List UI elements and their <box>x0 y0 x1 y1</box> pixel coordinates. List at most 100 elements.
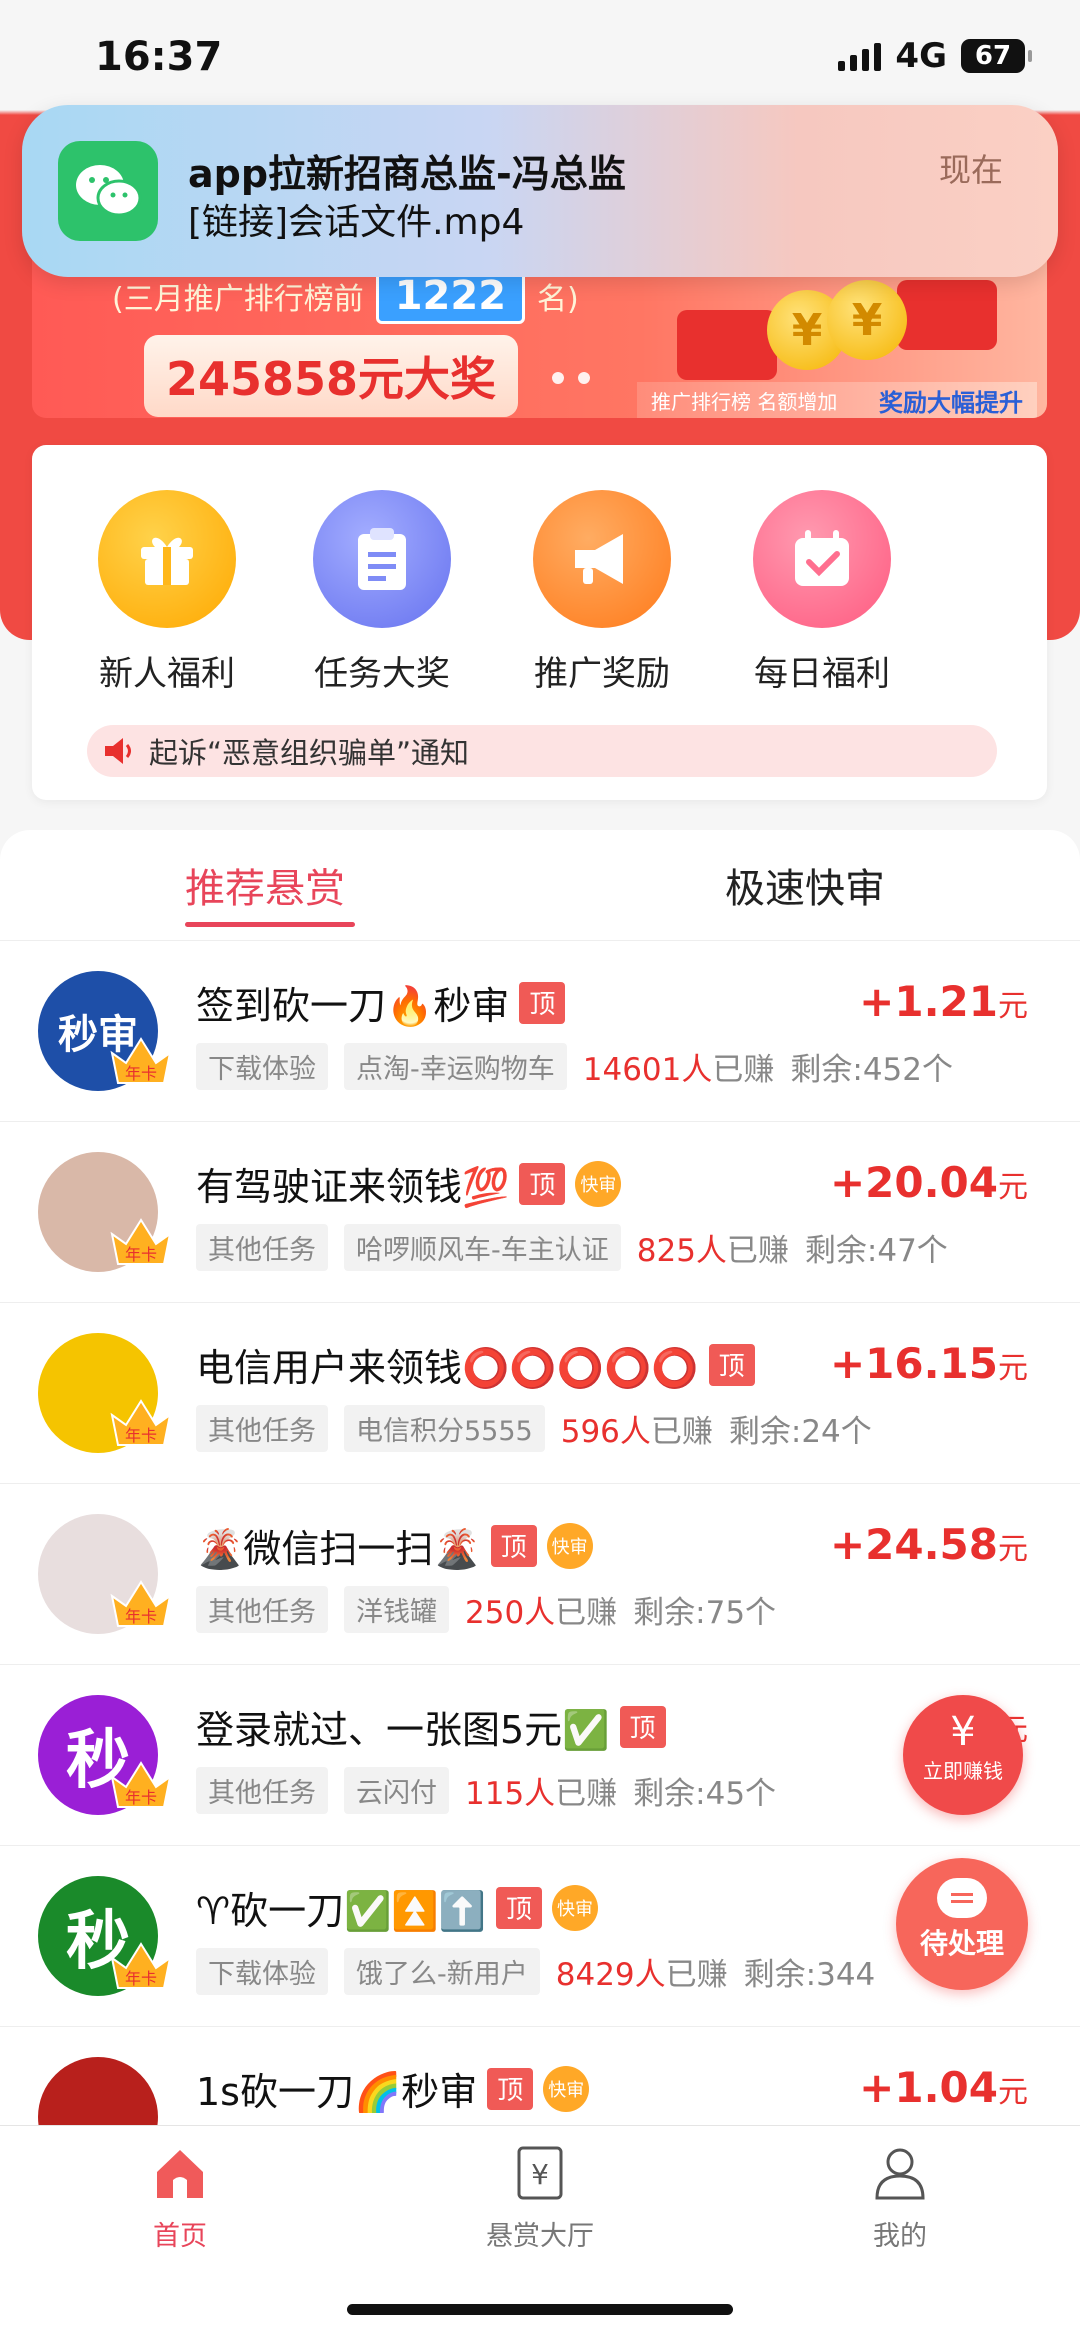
megaphone-icon <box>533 490 671 628</box>
task-meta: 下载体验 点淘-幸运购物车 14601人已赚 剩余:452个 <box>196 1043 953 1090</box>
coins-illustration: ¥ ¥ <box>677 280 1007 390</box>
earned-count: 250人已赚 <box>465 1587 617 1632</box>
avatar-image <box>38 2057 158 2125</box>
task-reward: +1.04元 <box>859 2063 1028 2112</box>
avatar: 年卡 <box>38 1333 172 1453</box>
reward-unit: 元 <box>998 1532 1028 1567</box>
category-new-user[interactable]: 新人福利 <box>72 490 262 695</box>
speaker-icon <box>105 738 131 764</box>
avatar: 年卡 <box>38 1152 172 1272</box>
reward-amount: +20.04 <box>829 1158 998 1207</box>
remaining-count: 剩余:452个 <box>790 1052 953 1088</box>
reward-unit: 元 <box>998 989 1028 1024</box>
earned-count: 14601人已赚 <box>583 1044 775 1089</box>
nav-home-label: 首页 <box>153 2221 207 2252</box>
clipboard-icon <box>313 490 451 628</box>
task-category-tag: 其他任务 <box>196 1224 328 1271</box>
tab-fast-review[interactable]: 极速快审 <box>725 856 885 914</box>
nav-reward-hall[interactable]: ¥ 悬赏大厅 <box>440 2144 640 2253</box>
notification-time: 现在 <box>938 151 1003 189</box>
remaining-count: 剩余:344 <box>743 1957 876 1993</box>
crown-icon: 年卡 <box>108 1938 174 1990</box>
category-promotion-reward[interactable]: 推广奖励 <box>507 490 697 695</box>
earned-label: 已赚 <box>555 1776 618 1812</box>
nav-profile[interactable]: 我的 <box>800 2144 1000 2253</box>
network-type: 4G <box>895 36 947 76</box>
earned-count: 596人已赚 <box>561 1406 713 1451</box>
earned-number: 14601人 <box>582 1052 713 1088</box>
earned-number: 8429人 <box>555 1957 666 1993</box>
avatar: 秒 年卡 <box>38 1695 172 1815</box>
banner-prize: 245858元大奖 <box>144 335 519 417</box>
notification-title: app拉新招商总监-冯总监 <box>188 152 626 196</box>
task-title: 登录就过、一张图5元✅ <box>196 1708 610 1752</box>
task-row[interactable]: 年卡 有驾驶证来领钱💯 顶 快审 其他任务 哈啰顺风车-车主认证 825人已赚 … <box>0 1121 1080 1301</box>
earned-label: 已赚 <box>650 1414 713 1450</box>
gift-box-icon <box>98 490 236 628</box>
task-title-line: 1s砍一刀🌈秒审 顶 快审 <box>196 2061 590 2116</box>
home-icon <box>157 2150 203 2198</box>
earn-now-button[interactable]: ¥ 立即赚钱 <box>903 1695 1023 1815</box>
notification-body: [链接]会话文件.mp4 <box>188 202 525 243</box>
banner-tagline-right: 奖励大幅提升 <box>879 388 1023 417</box>
notice-bar[interactable]: 起诉“恶意组织骗单”通知 <box>87 725 997 777</box>
task-app-tag: 饿了么-新用户 <box>344 1948 540 1995</box>
yuan-icon: ¥ <box>950 1709 976 1755</box>
task-meta: 其他任务 哈啰顺风车-车主认证 825人已赚 剩余:47个 <box>196 1224 948 1271</box>
nav-home[interactable]: 首页 <box>80 2144 280 2253</box>
remaining-count: 剩余:24个 <box>728 1414 872 1450</box>
task-title-line: 有驾驶证来领钱💯 顶 快审 <box>196 1156 622 1211</box>
reward-amount: +1.21 <box>859 977 998 1026</box>
pin-top-badge: 顶 <box>708 1343 755 1386</box>
task-reward: +1.21元 <box>859 977 1028 1026</box>
avatar <box>38 2057 158 2125</box>
task-app-tag: 哈啰顺风车-车主认证 <box>344 1224 621 1271</box>
calendar-check-icon <box>753 490 891 628</box>
task-meta: 其他任务 电信积分5555 596人已赚 剩余:24个 <box>196 1405 872 1452</box>
status-bar: 16:37 4G 67 <box>0 0 1080 110</box>
category-card: 新人福利 任务大奖 推广奖励 每日福利 起诉“恶意组织骗单”通知 <box>32 445 1047 800</box>
signal-icon <box>838 41 882 71</box>
remaining-count: 剩余:45个 <box>633 1776 777 1812</box>
home-indicator <box>347 2304 733 2315</box>
task-title-line: 登录就过、一张图5元✅ 顶 <box>196 1699 666 1754</box>
task-title-line: 电信用户来领钱⭕⭕⭕⭕⭕ 顶 <box>196 1337 755 1392</box>
pin-top-badge: 顶 <box>490 1524 537 1567</box>
earned-number: 596人 <box>560 1414 651 1450</box>
fast-review-badge: 快审 <box>543 2065 590 2112</box>
task-category-tag: 下载体验 <box>196 1043 328 1090</box>
annual-card-badge: 年卡 <box>125 1969 157 1988</box>
task-meta: 其他任务 云闪付 115人已赚 剩余:45个 <box>196 1767 776 1814</box>
earned-label: 已赚 <box>726 1233 789 1269</box>
task-category-tag: 其他任务 <box>196 1767 328 1814</box>
pending-button[interactable]: 待处理 <box>896 1858 1028 1990</box>
category-label: 推广奖励 <box>534 654 670 694</box>
task-row[interactable]: 年卡 🌋微信扫一扫🌋 顶 快审 其他任务 洋钱罐 250人已赚 剩余:75个 +… <box>0 1483 1080 1663</box>
svg-text:¥: ¥ <box>531 2158 549 2191</box>
reward-amount: +16.15 <box>829 1339 998 1388</box>
fast-review-badge: 快审 <box>546 1522 593 1569</box>
task-reward: +16.15元 <box>830 1339 1028 1388</box>
banner-rank-prefix: (三月推广排行榜前 <box>112 282 364 317</box>
banner-tagline-left: 推广排行榜 名额增加 <box>651 389 838 414</box>
wechat-icon <box>58 141 158 241</box>
avatar: 秒 年卡 <box>38 1876 172 1996</box>
reward-unit: 元 <box>998 1351 1028 1386</box>
task-title: 有驾驶证来领钱💯 <box>196 1165 510 1209</box>
tab-recommended[interactable]: 推荐悬赏 <box>185 856 345 914</box>
fast-review-badge: 快审 <box>552 1884 599 1931</box>
task-row[interactable]: 秒审 年卡 签到砍一刀🔥秒审 顶 下载体验 点淘-幸运购物车 14601人已赚 … <box>0 940 1080 1120</box>
task-row[interactable]: 年卡 电信用户来领钱⭕⭕⭕⭕⭕ 顶 其他任务 电信积分5555 596人已赚 剩… <box>0 1302 1080 1482</box>
banner-rank-suffix: 名) <box>537 282 579 317</box>
status-time: 16:37 <box>95 34 223 80</box>
reward-amount: +1.04 <box>859 2063 998 2112</box>
task-category-tag: 下载体验 <box>196 1948 328 1995</box>
category-daily-welfare[interactable]: 每日福利 <box>727 490 917 695</box>
earn-now-label: 立即赚钱 <box>923 1759 1003 1783</box>
wechat-notification[interactable]: app拉新招商总监-冯总监 [链接]会话文件.mp4 现在 <box>22 105 1058 277</box>
task-title: ♈砍一刀✅⏫⬆️ <box>196 1889 487 1933</box>
category-task-prize[interactable]: 任务大奖 <box>287 490 477 695</box>
crown-icon: 年卡 <box>108 1033 174 1085</box>
task-category-tag: 其他任务 <box>196 1405 328 1452</box>
task-row[interactable]: 1s砍一刀🌈秒审 顶 快审 +1.04元 <box>0 2026 1080 2125</box>
